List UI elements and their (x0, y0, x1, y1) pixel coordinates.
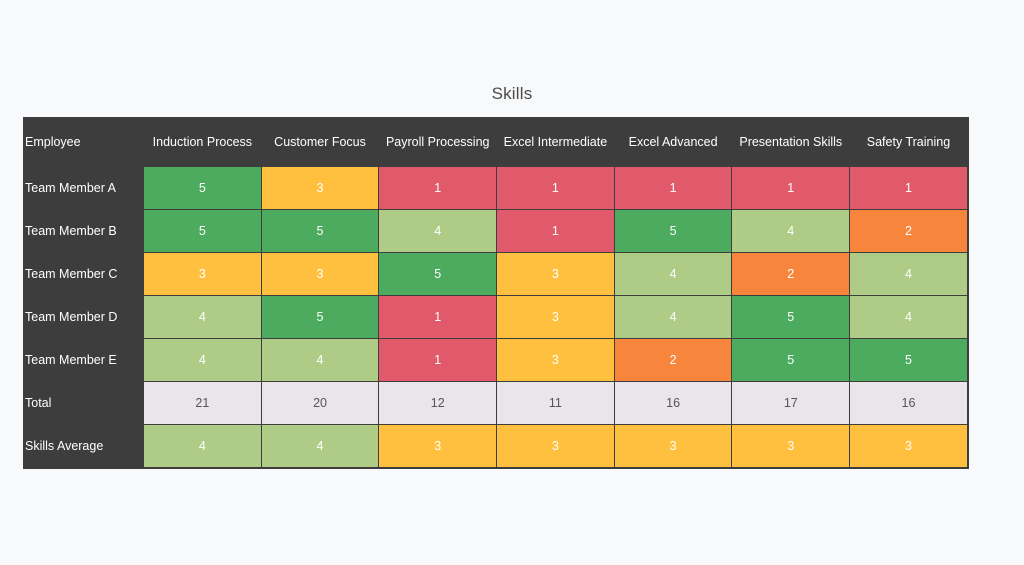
page-title: Skills (0, 84, 1024, 104)
cell-team-member-b-induction-process: 5 (144, 210, 262, 253)
cell-team-member-c-induction-process: 3 (144, 253, 262, 296)
cell-team-member-b-payroll-processing: 4 (379, 210, 497, 253)
row-label-team-member-e: Team Member E (25, 339, 144, 382)
column-header-employee: Employee (25, 119, 144, 167)
cell-team-member-a-induction-process: 5 (144, 167, 262, 210)
cell-team-member-d-payroll-processing: 1 (379, 296, 497, 339)
cell-team-member-c-presentation-skills: 2 (732, 253, 850, 296)
cell-team-member-c-excel-advanced: 4 (614, 253, 732, 296)
cell-team-member-c-excel-intermediate: 3 (497, 253, 615, 296)
cell-team-member-c-payroll-processing: 5 (379, 253, 497, 296)
cell-team-member-e-induction-process: 4 (144, 339, 262, 382)
cell-team-member-a-excel-advanced: 1 (614, 167, 732, 210)
column-header-presentation-skills: Presentation Skills (732, 119, 850, 167)
cell-team-member-a-customer-focus: 3 (261, 167, 379, 210)
page-root: Skills EmployeeInduction ProcessCustomer… (0, 0, 1024, 565)
table-body: Team Member A5311111Team Member B5541542… (25, 167, 968, 468)
row-label-team-member-b: Team Member B (25, 210, 144, 253)
cell-team-member-a-presentation-skills: 1 (732, 167, 850, 210)
row-label-team-member-a: Team Member A (25, 167, 144, 210)
row-label-skills-average: Skills Average (25, 425, 144, 468)
cell-total-excel-advanced: 16 (614, 382, 732, 425)
cell-team-member-d-induction-process: 4 (144, 296, 262, 339)
table-row: Team Member C3353424 (25, 253, 968, 296)
cell-skills-average-induction-process: 4 (144, 425, 262, 468)
cell-team-member-d-customer-focus: 5 (261, 296, 379, 339)
table-row: Team Member B5541542 (25, 210, 968, 253)
cell-total-induction-process: 21 (144, 382, 262, 425)
cell-total-payroll-processing: 12 (379, 382, 497, 425)
skills-matrix-table: EmployeeInduction ProcessCustomer FocusP… (24, 118, 968, 468)
cell-team-member-d-safety-training: 4 (850, 296, 968, 339)
cell-team-member-e-payroll-processing: 1 (379, 339, 497, 382)
table-row: Total21201211161716 (25, 382, 968, 425)
cell-total-safety-training: 16 (850, 382, 968, 425)
header-row: EmployeeInduction ProcessCustomer FocusP… (25, 119, 968, 167)
cell-team-member-e-excel-intermediate: 3 (497, 339, 615, 382)
column-header-payroll-processing: Payroll Processing (379, 119, 497, 167)
cell-team-member-e-excel-advanced: 2 (614, 339, 732, 382)
cell-team-member-b-customer-focus: 5 (261, 210, 379, 253)
skills-matrix-container: EmployeeInduction ProcessCustomer FocusP… (24, 118, 967, 468)
cell-team-member-a-payroll-processing: 1 (379, 167, 497, 210)
column-header-safety-training: Safety Training (850, 119, 968, 167)
cell-team-member-a-safety-training: 1 (850, 167, 968, 210)
cell-skills-average-customer-focus: 4 (261, 425, 379, 468)
cell-team-member-b-excel-advanced: 5 (614, 210, 732, 253)
table-row: Team Member D4513454 (25, 296, 968, 339)
cell-team-member-e-safety-training: 5 (850, 339, 968, 382)
cell-total-customer-focus: 20 (261, 382, 379, 425)
table-row: Team Member E4413255 (25, 339, 968, 382)
cell-team-member-b-presentation-skills: 4 (732, 210, 850, 253)
row-label-team-member-d: Team Member D (25, 296, 144, 339)
cell-team-member-b-excel-intermediate: 1 (497, 210, 615, 253)
table-row: Skills Average4433333 (25, 425, 968, 468)
table-head: EmployeeInduction ProcessCustomer FocusP… (25, 119, 968, 167)
cell-skills-average-excel-advanced: 3 (614, 425, 732, 468)
cell-team-member-e-presentation-skills: 5 (732, 339, 850, 382)
row-label-team-member-c: Team Member C (25, 253, 144, 296)
column-header-excel-intermediate: Excel Intermediate (497, 119, 615, 167)
cell-team-member-c-customer-focus: 3 (261, 253, 379, 296)
cell-team-member-a-excel-intermediate: 1 (497, 167, 615, 210)
cell-team-member-d-presentation-skills: 5 (732, 296, 850, 339)
column-header-induction-process: Induction Process (144, 119, 262, 167)
row-label-total: Total (25, 382, 144, 425)
cell-team-member-c-safety-training: 4 (850, 253, 968, 296)
column-header-excel-advanced: Excel Advanced (614, 119, 732, 167)
cell-team-member-e-customer-focus: 4 (261, 339, 379, 382)
cell-team-member-d-excel-intermediate: 3 (497, 296, 615, 339)
cell-skills-average-payroll-processing: 3 (379, 425, 497, 468)
cell-skills-average-presentation-skills: 3 (732, 425, 850, 468)
cell-team-member-b-safety-training: 2 (850, 210, 968, 253)
cell-team-member-d-excel-advanced: 4 (614, 296, 732, 339)
cell-skills-average-excel-intermediate: 3 (497, 425, 615, 468)
column-header-customer-focus: Customer Focus (261, 119, 379, 167)
cell-total-presentation-skills: 17 (732, 382, 850, 425)
table-row: Team Member A5311111 (25, 167, 968, 210)
cell-total-excel-intermediate: 11 (497, 382, 615, 425)
cell-skills-average-safety-training: 3 (850, 425, 968, 468)
